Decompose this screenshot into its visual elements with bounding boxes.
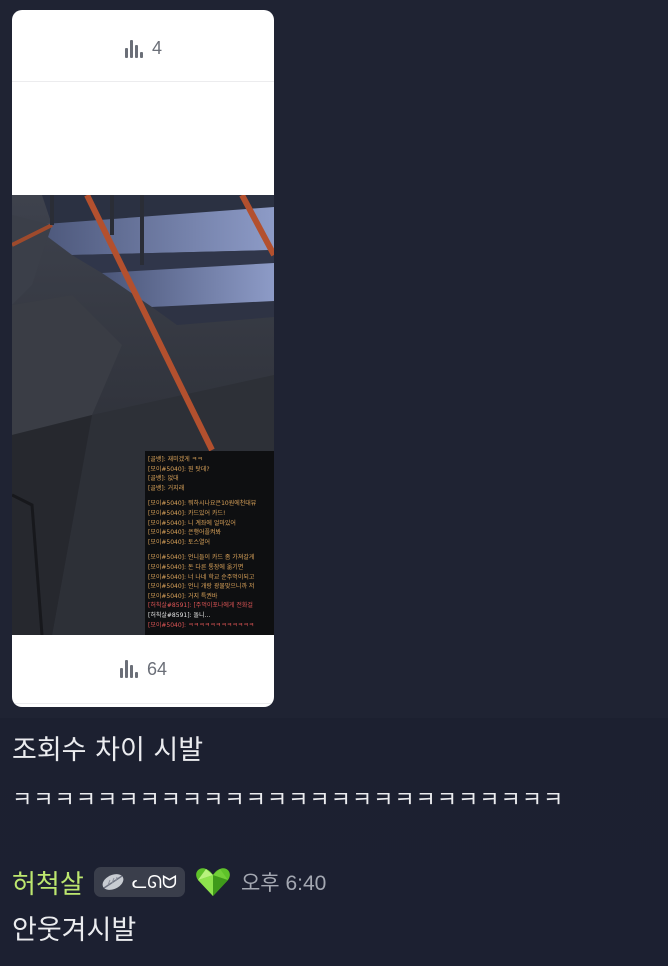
game-chat-line: [모이#5040]: 토스열어 — [148, 538, 211, 546]
message-text: 조회수 차이 시발 — [12, 735, 204, 766]
message-text: 안웃겨시발 — [12, 915, 137, 946]
view-count-value: 64 — [146, 658, 168, 679]
game-chat-line: [모이#5040]: 돈 다른 통장에 옮기면 — [148, 563, 244, 571]
bar-chart-icon — [119, 659, 139, 679]
green-heart-icon — [195, 866, 231, 898]
game-chat-line: [골뱅]: 거지래 — [148, 484, 185, 492]
game-chat-line: [모이#5040]: ㅋㅋㅋㅋㅋㅋㅋㅋㅋㅋㅋㅋ — [148, 621, 255, 629]
chat-area: 4 [골뱅]: 재미겠게 ㅋㅋ [모이#5040]: 뭔 탓데? [골뱅]: 없… — [0, 0, 668, 966]
game-chat-line: [허칙살#8591]: [주먹이포나에게 전화걸 — [148, 602, 253, 610]
image-attachment[interactable]: 4 [골뱅]: 재미겠게 ㅋㅋ [모이#5040]: 뭔 탓데? [골뱅]: 없… — [12, 10, 274, 707]
server-tag-text: ᓚᘏᗢ — [131, 871, 177, 893]
message-timestamp: 오후 6:40 — [240, 872, 327, 895]
game-chat-overlay: [골뱅]: 재미겠게 ㅋㅋ [모이#5040]: 뭔 탓데? [골뱅]: 없대 [골뱅… — [145, 451, 274, 635]
game-chat-line: [모이#5040]: 뭔 탓데? — [148, 465, 210, 473]
game-chat-line: [모이#5040]: 은행어플켜봐 — [148, 529, 222, 537]
game-chat-line: [모이#5040]: 카드있어 카드! — [148, 509, 226, 517]
game-chat-line: [모이#5040]: 거지 특권바 — [148, 592, 218, 600]
game-chat-line: [모이#5040]: 너 나네 학교 순주먹이되고 — [148, 573, 255, 581]
game-chat-line: [허칙살#8591]: 돌니... — [148, 611, 211, 619]
server-tag[interactable]: ᓚᘏᗢ — [93, 867, 185, 897]
view-count-value: 4 — [151, 38, 162, 58]
game-chat-line: [골뱅]: 재미겠게 ㅋㅋ — [148, 456, 203, 463]
game-chat-line: [모이#5040]: 언니들이 카드 좀 가져갈게 — [148, 554, 255, 562]
message-header: 허척살 ᓚᘏᗢ 오후 6:40 — [12, 862, 326, 902]
author-name[interactable]: 허척살 — [12, 864, 84, 901]
attachment-photo[interactable]: [골뱅]: 재미겠게 ㅋㅋ [모이#5040]: 뭔 탓데? [골뱅]: 없대 [골뱅… — [12, 195, 274, 635]
game-chat-line: [골뱅]: 없대 — [148, 475, 179, 483]
view-count-bottom: 64 — [12, 635, 274, 704]
game-chat-line: [모이#5040]: 언니 개랑 광물맞으니까 저 — [148, 583, 255, 591]
bar-chart-icon — [124, 39, 144, 59]
leaf-icon — [100, 872, 126, 892]
game-chat-line: [모이#5040]: 뭐하시나요은10원에천대뷰 — [148, 500, 257, 508]
message-text: ㅋㅋㅋㅋㅋㅋㅋㅋㅋㅋㅋㅋㅋㅋㅋㅋㅋㅋㅋㅋㅋㅋㅋㅋㅋㅋ — [12, 788, 565, 813]
view-count-top: 4 — [12, 16, 274, 82]
game-chat-line: [모이#5040]: 니 계좌에 얼마있어 — [148, 519, 236, 527]
